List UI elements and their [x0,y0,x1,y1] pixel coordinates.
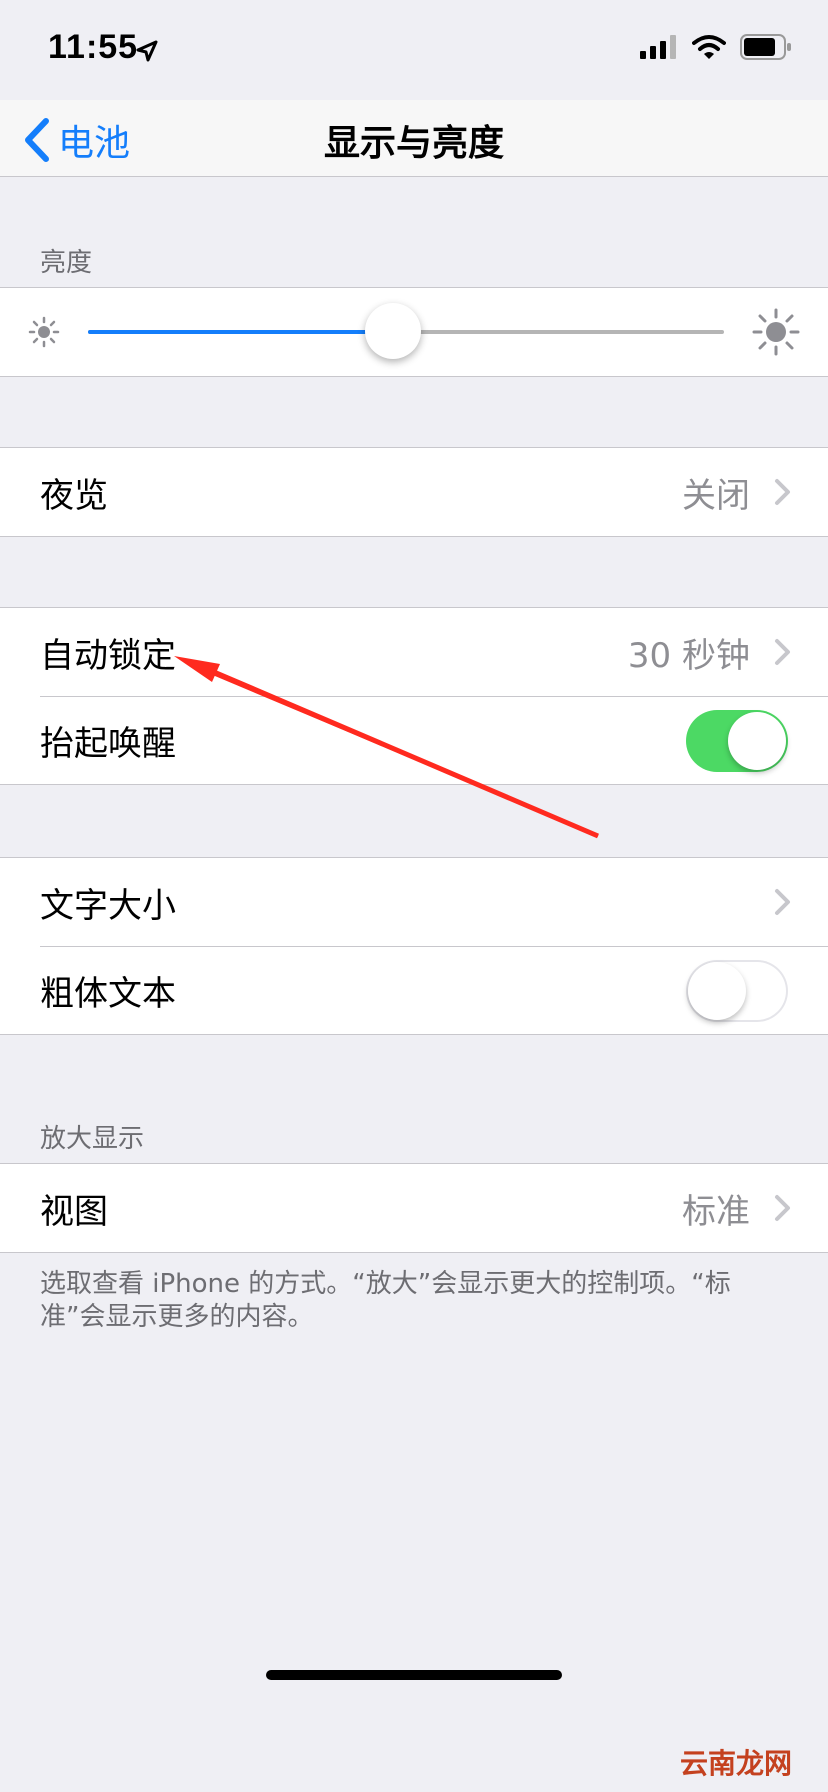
raise-to-wake-label: 抬起唤醒 [40,723,176,764]
view-row[interactable]: 视图 标准 [0,1164,828,1252]
status-bar: 11:55 [0,0,828,100]
raise-to-wake-toggle[interactable] [686,710,788,772]
display-zoom-footer: 选取查看 iPhone 的方式。“放大”会显示更大的控制项。“标准”会显示更多的… [40,1269,731,1332]
night-shift-group: 夜览 关闭 [0,447,828,537]
home-indicator[interactable] [266,1670,562,1680]
brightness-slider-thumb[interactable] [365,303,422,359]
watermark: 云南龙网 [679,1747,792,1780]
chevron-right-icon [775,639,790,665]
cellular-signal-icon [640,35,676,59]
view-label: 视图 [40,1191,108,1232]
battery-icon [740,34,791,60]
sun-small-icon [28,316,60,348]
display-zoom-section-header: 放大显示 [40,1124,145,1154]
night-shift-row[interactable]: 夜览 关闭 [0,448,828,536]
toggle-knob [728,712,786,770]
chevron-right-icon [775,479,790,505]
bold-text-toggle[interactable] [686,960,788,1022]
display-zoom-group: 视图 标准 [0,1163,828,1253]
auto-lock-value: 30 秒钟 [627,635,750,676]
auto-lock-label: 自动锁定 [40,635,176,676]
status-icons [640,34,792,60]
location-arrow-icon [136,40,158,62]
text-size-row[interactable]: 文字大小 [0,858,828,946]
wifi-icon [692,35,726,59]
sun-large-icon [752,308,800,356]
status-time: 11:55 [48,28,139,66]
navigation-bar: 电池 显示与亮度 [0,100,828,177]
bold-text-row: 粗体文本 [0,946,828,1034]
brightness-slider-fill [88,330,394,334]
view-value: 标准 [682,1191,750,1232]
bold-text-label: 粗体文本 [40,973,176,1014]
night-shift-label: 夜览 [40,475,108,516]
text-group: 文字大小 粗体文本 [0,857,828,1035]
brightness-section-header: 亮度 [40,248,93,278]
text-size-label: 文字大小 [40,885,176,926]
brightness-group [0,287,828,377]
page-title: 显示与亮度 [323,123,504,164]
chevron-right-icon [775,1195,790,1221]
brightness-row [0,288,828,376]
auto-lock-row[interactable]: 自动锁定 30 秒钟 [0,608,828,696]
lock-group: 自动锁定 30 秒钟 抬起唤醒 [0,607,828,785]
chevron-right-icon [775,889,790,915]
toggle-knob [688,962,746,1020]
raise-to-wake-row: 抬起唤醒 [0,696,828,784]
night-shift-value: 关闭 [682,475,750,516]
